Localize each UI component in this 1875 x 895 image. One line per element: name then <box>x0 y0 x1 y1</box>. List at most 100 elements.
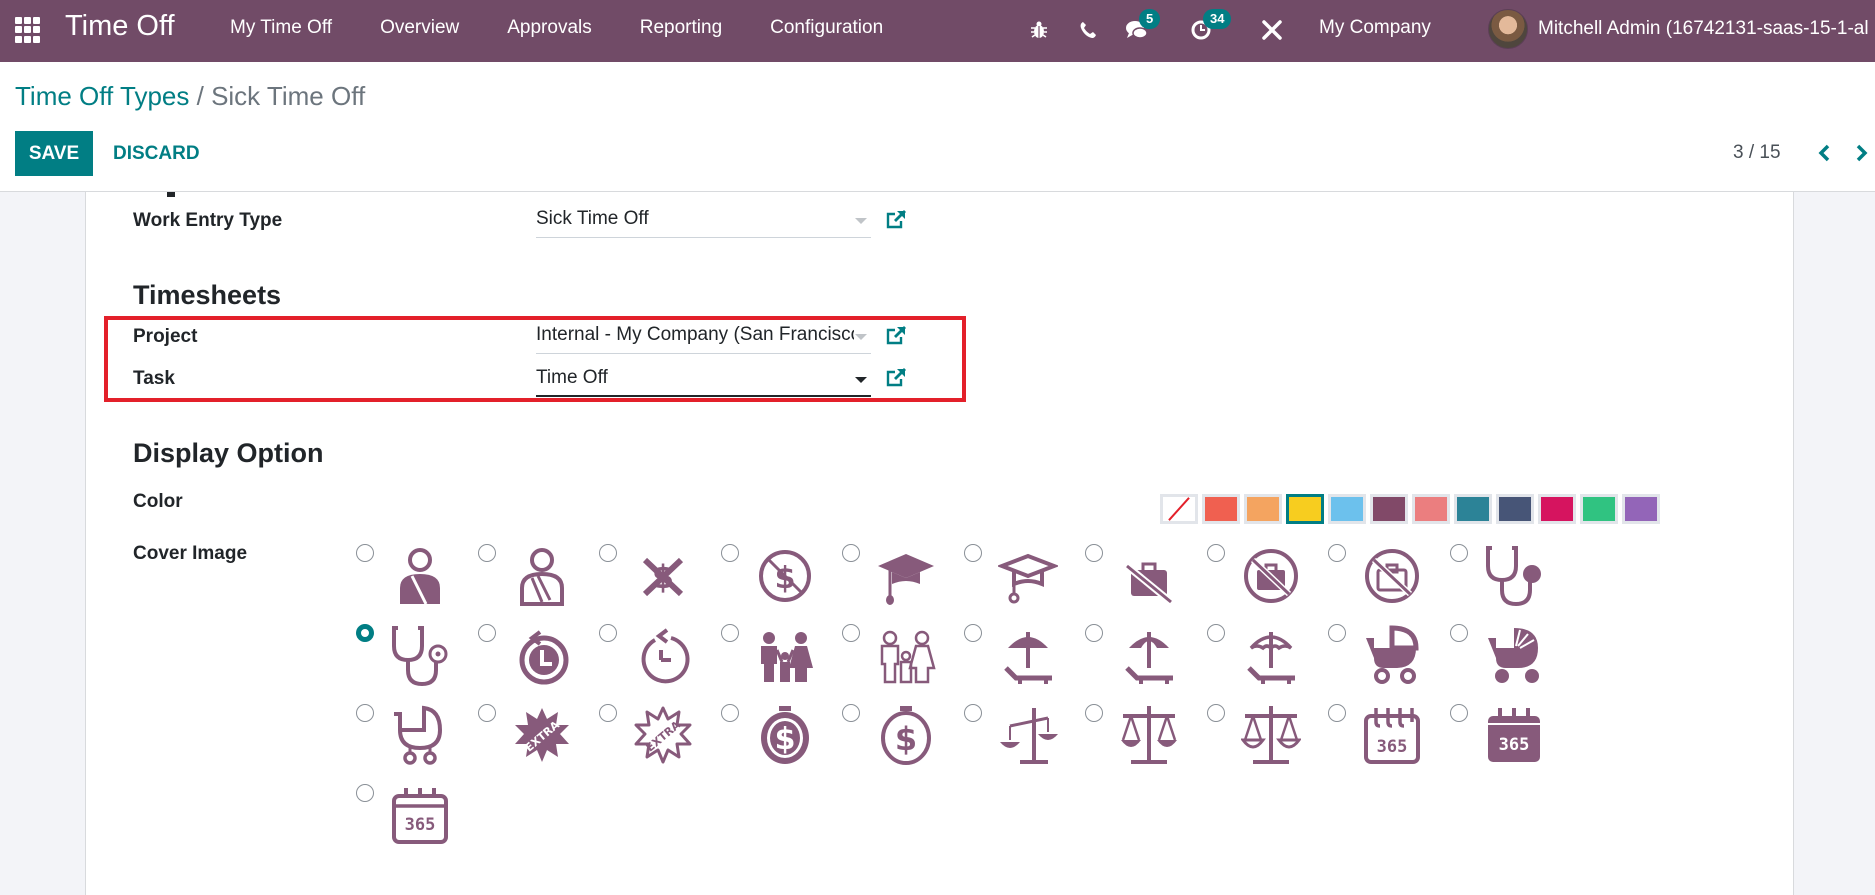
clock-back-filled-icon[interactable] <box>512 624 572 686</box>
scale-unbalanced-icon[interactable] <box>998 704 1058 766</box>
color-swatch-no-color[interactable] <box>1160 494 1198 524</box>
cover-image-option[interactable] <box>1085 700 1195 772</box>
cover-image-option[interactable] <box>1206 700 1317 772</box>
cover-image-option[interactable] <box>1206 540 1317 612</box>
cover-image-radio[interactable] <box>1449 544 1468 562</box>
cover-image-radio[interactable] <box>842 544 860 562</box>
cover-image-option[interactable]: 365 <box>1328 700 1438 772</box>
color-swatch-light-blue[interactable] <box>1328 494 1366 524</box>
color-swatch-red[interactable] <box>1202 494 1240 524</box>
no-briefcase-icon[interactable] <box>1119 544 1179 606</box>
color-swatch-fuchsia[interactable] <box>1538 494 1576 524</box>
work-entry-type-field[interactable]: Sick Time Off <box>536 202 871 238</box>
graduation-cap-filled-icon[interactable] <box>876 544 936 606</box>
cover-image-option[interactable] <box>963 700 1074 772</box>
pager-next-icon[interactable] <box>1850 140 1874 166</box>
no-briefcase-circle-filled-icon[interactable] <box>1241 544 1301 606</box>
cover-image-radio[interactable] <box>356 624 374 642</box>
external-link-icon[interactable] <box>884 208 908 232</box>
stroller-outline-icon[interactable] <box>390 704 450 766</box>
no-briefcase-circle-outline-icon[interactable] <box>1362 544 1422 606</box>
cover-image-radio[interactable] <box>720 544 739 562</box>
stethoscope-filled-icon[interactable] <box>1484 544 1544 606</box>
cover-image-radio[interactable] <box>720 704 739 722</box>
money-stopwatch-filled-icon[interactable]: $ <box>755 704 815 766</box>
family-filled-icon[interactable] <box>755 624 815 686</box>
cover-image-option[interactable] <box>356 620 466 692</box>
phone-icon[interactable] <box>1073 15 1103 45</box>
cover-image-radio[interactable] <box>1328 624 1346 642</box>
cover-image-radio[interactable] <box>1206 544 1225 562</box>
cover-image-radio[interactable] <box>1328 704 1346 722</box>
clock-back-outline-icon[interactable] <box>633 624 693 686</box>
bug-icon[interactable] <box>1024 15 1054 45</box>
extra-badge-filled-icon[interactable]: EXTRA <box>512 704 572 766</box>
cover-image-option[interactable] <box>1328 620 1438 692</box>
no-money-circle-icon[interactable]: $ <box>755 544 815 606</box>
cover-image-radio[interactable] <box>477 624 496 642</box>
beach-chair-outline-icon[interactable] <box>1241 624 1301 686</box>
cover-image-radio[interactable] <box>1085 704 1103 722</box>
color-swatch-orange[interactable] <box>1244 494 1282 524</box>
cover-image-option[interactable] <box>599 620 709 692</box>
tools-icon[interactable] <box>1257 15 1287 45</box>
graduation-cap-outline-icon[interactable] <box>997 544 1058 606</box>
breadcrumb-time-off-types[interactable]: Time Off Types <box>15 81 189 111</box>
cover-image-radio[interactable] <box>356 704 374 722</box>
calendar-365-filled-icon[interactable]: 365 <box>1484 704 1544 766</box>
cover-image-option[interactable] <box>477 540 588 612</box>
cover-image-radio[interactable] <box>1449 704 1468 722</box>
cover-image-option[interactable] <box>356 540 466 612</box>
user-menu[interactable]: Mitchell Admin (16742131-saas-15-1-al <box>1488 9 1869 49</box>
cover-image-option[interactable] <box>720 620 831 692</box>
color-swatch-dark-purple[interactable] <box>1370 494 1408 524</box>
cover-image-radio[interactable] <box>599 704 617 722</box>
calendar-365-simple-icon[interactable]: 365 <box>390 784 450 846</box>
cover-image-option[interactable] <box>1449 540 1560 612</box>
cover-image-radio[interactable] <box>842 624 860 642</box>
task-field[interactable]: Time Off <box>536 361 871 397</box>
cover-image-option[interactable] <box>477 620 588 692</box>
cover-image-option[interactable]: EXTRA <box>477 700 588 772</box>
cover-image-radio[interactable] <box>477 544 496 562</box>
cover-image-radio[interactable] <box>963 544 982 562</box>
cover-image-radio[interactable] <box>1328 544 1346 562</box>
menu-approvals[interactable]: Approvals <box>507 17 592 39</box>
cover-image-radio[interactable] <box>720 624 739 642</box>
color-swatch-dark-blue[interactable] <box>1496 494 1534 524</box>
menu-reporting[interactable]: Reporting <box>640 17 722 39</box>
cover-image-option[interactable] <box>1328 540 1438 612</box>
cover-image-radio[interactable] <box>1206 704 1225 722</box>
cover-image-option[interactable]: $ <box>599 540 709 612</box>
cover-image-radio[interactable] <box>1085 624 1103 642</box>
cover-image-radio[interactable] <box>599 544 617 562</box>
app-name[interactable]: Time Off <box>65 10 175 43</box>
project-field[interactable]: Internal - My Company (San Francisco) <box>536 318 871 354</box>
dropdown-caret-icon[interactable] <box>855 334 867 340</box>
menu-my-time-off[interactable]: My Time Off <box>230 17 332 39</box>
stethoscope-outline-icon[interactable] <box>390 624 450 686</box>
injured-person-outline-icon[interactable] <box>512 544 572 606</box>
cover-image-option[interactable] <box>1206 620 1317 692</box>
cover-image-radio[interactable] <box>842 704 860 722</box>
company-switcher[interactable]: My Company <box>1319 17 1431 39</box>
cover-image-radio[interactable] <box>356 784 374 802</box>
pager-previous-icon[interactable] <box>1812 140 1836 166</box>
cover-image-option[interactable] <box>963 540 1074 612</box>
menu-overview[interactable]: Overview <box>380 17 459 39</box>
cover-image-option[interactable] <box>963 620 1074 692</box>
cover-image-radio[interactable] <box>963 624 982 642</box>
money-stopwatch-outline-icon[interactable]: $ <box>876 704 936 766</box>
cover-image-radio[interactable] <box>1206 624 1225 642</box>
extra-badge-outline-icon[interactable]: EXTRA <box>633 704 693 766</box>
cover-image-option[interactable] <box>1085 620 1195 692</box>
color-swatch-medium-blue[interactable] <box>1454 494 1492 524</box>
activity-clock-icon[interactable]: 34 <box>1186 9 1232 45</box>
cover-image-option[interactable]: $ <box>720 700 831 772</box>
cover-image-option[interactable] <box>1085 540 1195 612</box>
external-link-icon[interactable] <box>884 324 908 348</box>
cover-image-option[interactable]: $ <box>842 700 952 772</box>
cover-image-radio[interactable] <box>599 624 617 642</box>
color-swatch-purple[interactable] <box>1622 494 1660 524</box>
discard-button[interactable]: DISCARD <box>100 131 213 176</box>
